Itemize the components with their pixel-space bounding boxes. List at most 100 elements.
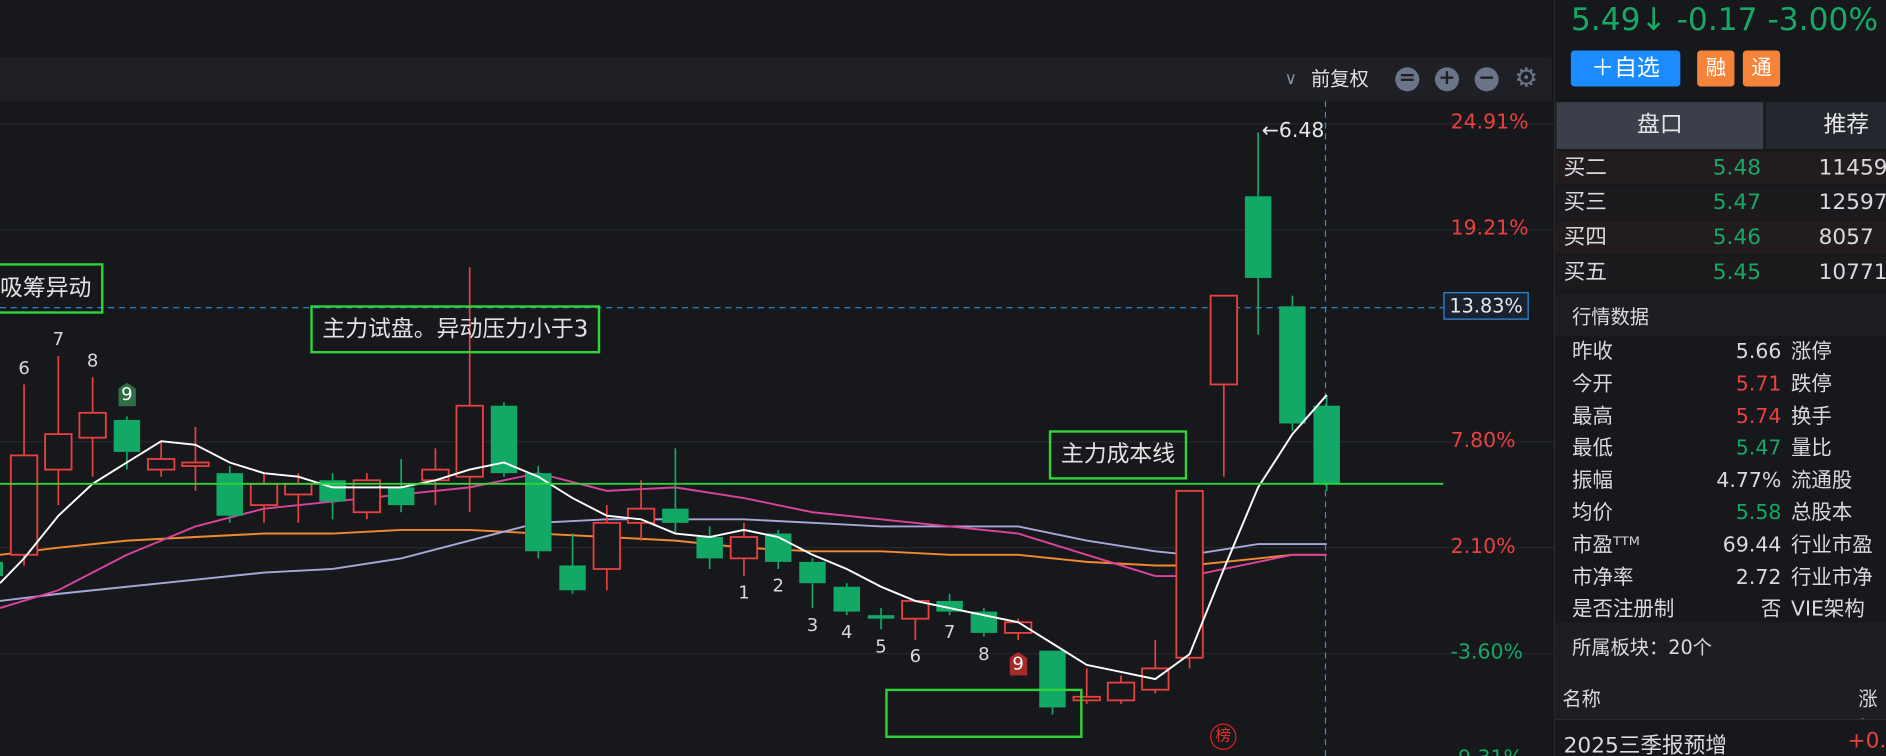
market-data-title: 行情数据 <box>1572 305 1650 329</box>
order-book-row: 买四 5.46 8057 <box>1555 221 1886 254</box>
order-volume: 8057 <box>1818 224 1874 250</box>
sector-item-name[interactable]: 2025三季报预增 <box>1564 728 1727 756</box>
connect-tag[interactable]: 通 <box>1742 50 1781 87</box>
candle-up <box>421 468 450 482</box>
order-level: 买五 <box>1563 259 1607 285</box>
sector-name-header: 名称 <box>1562 687 1601 711</box>
sequence-label: 7 <box>52 328 65 351</box>
market-value: 69.44 <box>1722 533 1782 558</box>
market-label: 均价 <box>1572 501 1613 526</box>
sequence-label: 6 <box>18 356 30 379</box>
market-row: 均价 5.58 总股本 <box>1555 498 1886 529</box>
market-label: 今开 <box>1572 372 1613 397</box>
sequence-label: 1 <box>738 582 750 604</box>
market-label-right: 跌停 <box>1790 372 1832 397</box>
candle-up <box>626 507 656 524</box>
quote-panel: 5.49↓ -0.17 -3.00% ＋自选 融 通 盘口 推荐 买二 5.48 1… <box>1554 0 1886 756</box>
market-value: 5.71 <box>1735 372 1782 397</box>
annotation-empty-box <box>885 688 1083 738</box>
y-axis-label: -3.60% <box>1450 640 1523 665</box>
annotation-cost-line: 主力成本线 <box>1048 430 1188 480</box>
market-row: 市盈ᵀᵀᴹ 69.44 行业市盈 <box>1555 530 1886 561</box>
candle-up <box>1209 294 1238 386</box>
order-level: 买四 <box>1563 224 1607 250</box>
candle-up <box>9 454 39 556</box>
candle-down <box>1279 306 1306 424</box>
market-label-right: 流通股 <box>1790 468 1853 494</box>
order-book-row: 买五 5.45 10771 <box>1555 256 1886 289</box>
sequence-label: 3 <box>806 614 819 636</box>
candle-up <box>352 479 381 514</box>
market-value: 5.58 <box>1735 501 1782 526</box>
market-label: 振幅 <box>1572 468 1613 494</box>
market-label-right: 行业市净 <box>1790 565 1873 590</box>
y-axis-label: 19.21% <box>1450 216 1529 241</box>
market-label: 市净率 <box>1572 565 1634 590</box>
candle-down <box>1313 405 1340 484</box>
market-label-right: 行业市盈 <box>1790 533 1873 558</box>
order-price: 5.45 <box>1712 259 1761 285</box>
y-axis-label: -9.31% <box>1451 746 1523 756</box>
market-row: 最低 5.47 量比 <box>1555 433 1886 464</box>
sequence-label: 7 <box>943 621 956 643</box>
market-label: 市盈ᵀᵀᴹ <box>1572 533 1640 558</box>
candle-up <box>455 404 484 478</box>
high-price-marker: ←6.48 <box>1261 118 1325 144</box>
market-value: 4.77% <box>1716 468 1782 494</box>
sequence-label: 4 <box>841 621 853 643</box>
candle-up <box>1106 681 1136 702</box>
order-level: 买三 <box>1563 189 1607 216</box>
y-axis-label: 7.80% <box>1450 428 1516 453</box>
stock-app: ∨ 前复权 = + − ⚙ 24.91% 19.21% 7.80% 2.10% -3.6… <box>0 0 1886 756</box>
market-value: 否 <box>1760 597 1782 622</box>
market-label-right: 量比 <box>1790 436 1832 461</box>
y-axis-label: 24.91% <box>1450 110 1529 135</box>
candle-up <box>147 458 176 471</box>
order-book-row: 买三 5.47 12597 <box>1555 186 1886 219</box>
market-label-right: 换手 <box>1790 404 1832 429</box>
candle-down <box>1244 196 1272 278</box>
candle-up <box>44 433 73 471</box>
candle-down <box>387 487 415 506</box>
market-value: 5.66 <box>1735 340 1782 365</box>
rank-icon[interactable]: 榜 <box>1210 723 1237 750</box>
candle-up <box>181 461 210 467</box>
market-label: 最低 <box>1572 436 1613 461</box>
candle-down <box>799 561 826 584</box>
sequence-label: 6 <box>909 646 922 668</box>
order-volume: 12597 <box>1818 189 1886 216</box>
sectors-title: 所属板块：20个 <box>1572 635 1713 659</box>
add-watchlist-button[interactable]: ＋自选 <box>1570 50 1681 87</box>
market-label: 是否注册制 <box>1572 597 1675 622</box>
market-row: 最高 5.74 换手 <box>1555 401 1886 432</box>
sequence-label: 2 <box>772 574 784 597</box>
market-label-right: VIE架构 <box>1790 597 1865 622</box>
tab-recommend[interactable]: 推荐 <box>1765 102 1886 150</box>
market-label: 最高 <box>1572 404 1613 429</box>
crosshair-value-label: 13.83% <box>1443 292 1529 320</box>
y-axis-label: 2.10% <box>1450 534 1516 559</box>
order-book-row: 买二 5.48 11459 <box>1555 151 1886 184</box>
market-row: 振幅 4.77% 流通股 <box>1555 465 1886 496</box>
tab-order-book[interactable]: 盘口 <box>1556 102 1764 150</box>
margin-tag[interactable]: 融 <box>1697 50 1735 87</box>
annotation-test-trade: 主力试盘。异动压力小于3 <box>310 305 601 354</box>
candle-down <box>0 561 4 577</box>
market-label-right: 涨停 <box>1790 340 1832 365</box>
market-value: 5.47 <box>1735 436 1782 461</box>
market-row: 昨收 5.66 涨停 <box>1555 337 1886 368</box>
market-row: 是否注册制 否 VIE架构 <box>1555 594 1886 625</box>
market-value: 2.72 <box>1735 565 1782 590</box>
order-level: 买二 <box>1563 155 1607 181</box>
quote-price: 5.49↓ -0.17 -3.00% <box>1570 2 1879 39</box>
sequence-label: 8 <box>978 642 990 665</box>
order-price: 5.46 <box>1712 224 1761 250</box>
market-value: 5.74 <box>1735 404 1782 429</box>
candle-down <box>662 508 689 523</box>
candle-up <box>249 482 279 507</box>
kline-chart[interactable] <box>0 0 1555 756</box>
sector-item-change: +0.3 <box>1847 728 1886 754</box>
order-volume: 10771 <box>1818 259 1886 285</box>
annotation-accumulation: 吸筹异动 <box>0 263 104 314</box>
market-row: 今开 5.71 跌停 <box>1555 369 1886 400</box>
